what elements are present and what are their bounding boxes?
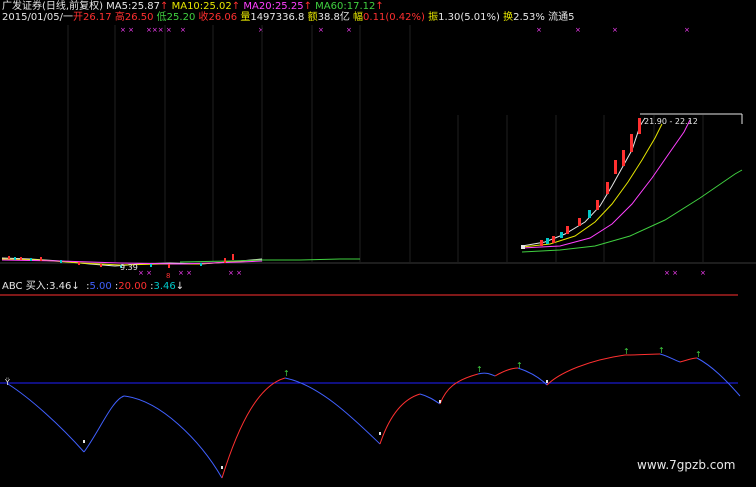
svg-text:×: × xyxy=(258,26,264,34)
svg-text:↑: ↑ xyxy=(623,347,630,356)
watermark: www.7gpzb.com xyxy=(637,458,736,472)
svg-text:×: × xyxy=(700,269,706,277)
svg-text:× ×: × × xyxy=(664,269,678,277)
svg-text:×: × xyxy=(575,26,581,34)
svg-text:↑: ↑ xyxy=(516,361,523,370)
buy-signal-markers: ↑ ↑ ↑ ↑ ↑ ↑ xyxy=(283,346,702,378)
low-price-label: 9.39 xyxy=(120,263,138,272)
rally-price-series: 21.90 - 22.12 xyxy=(521,113,743,253)
svg-text:↑: ↑ xyxy=(658,346,665,355)
price-range-label: 21.90 - 22.12 xyxy=(644,117,698,126)
svg-text:××× ×: ××× × xyxy=(146,26,172,34)
svg-text:×: × xyxy=(346,26,352,34)
svg-text:×: × xyxy=(318,26,324,34)
svg-text:× ×: × × xyxy=(178,269,192,277)
start-marker: Ÿ xyxy=(4,377,10,387)
svg-text:↑: ↑ xyxy=(695,350,702,359)
chart-canvas: × × ××× × × × × × × × × × × × × × × × × × × 9.39 xyxy=(0,25,756,479)
svg-text:↑: ↑ xyxy=(476,365,483,374)
svg-text:8: 8 xyxy=(166,272,170,280)
svg-text:↑: ↑ xyxy=(283,369,290,378)
svg-text:×: × xyxy=(180,26,186,34)
svg-text:× ×: × × xyxy=(138,269,152,277)
turning-points xyxy=(83,380,548,469)
svg-text:× ×: × × xyxy=(228,269,242,277)
svg-text:×: × xyxy=(612,26,618,34)
abc-indicator-curve xyxy=(7,353,741,479)
svg-text:×: × xyxy=(684,26,690,34)
svg-text:× ×: × × xyxy=(120,26,134,34)
svg-text:×: × xyxy=(536,26,542,34)
